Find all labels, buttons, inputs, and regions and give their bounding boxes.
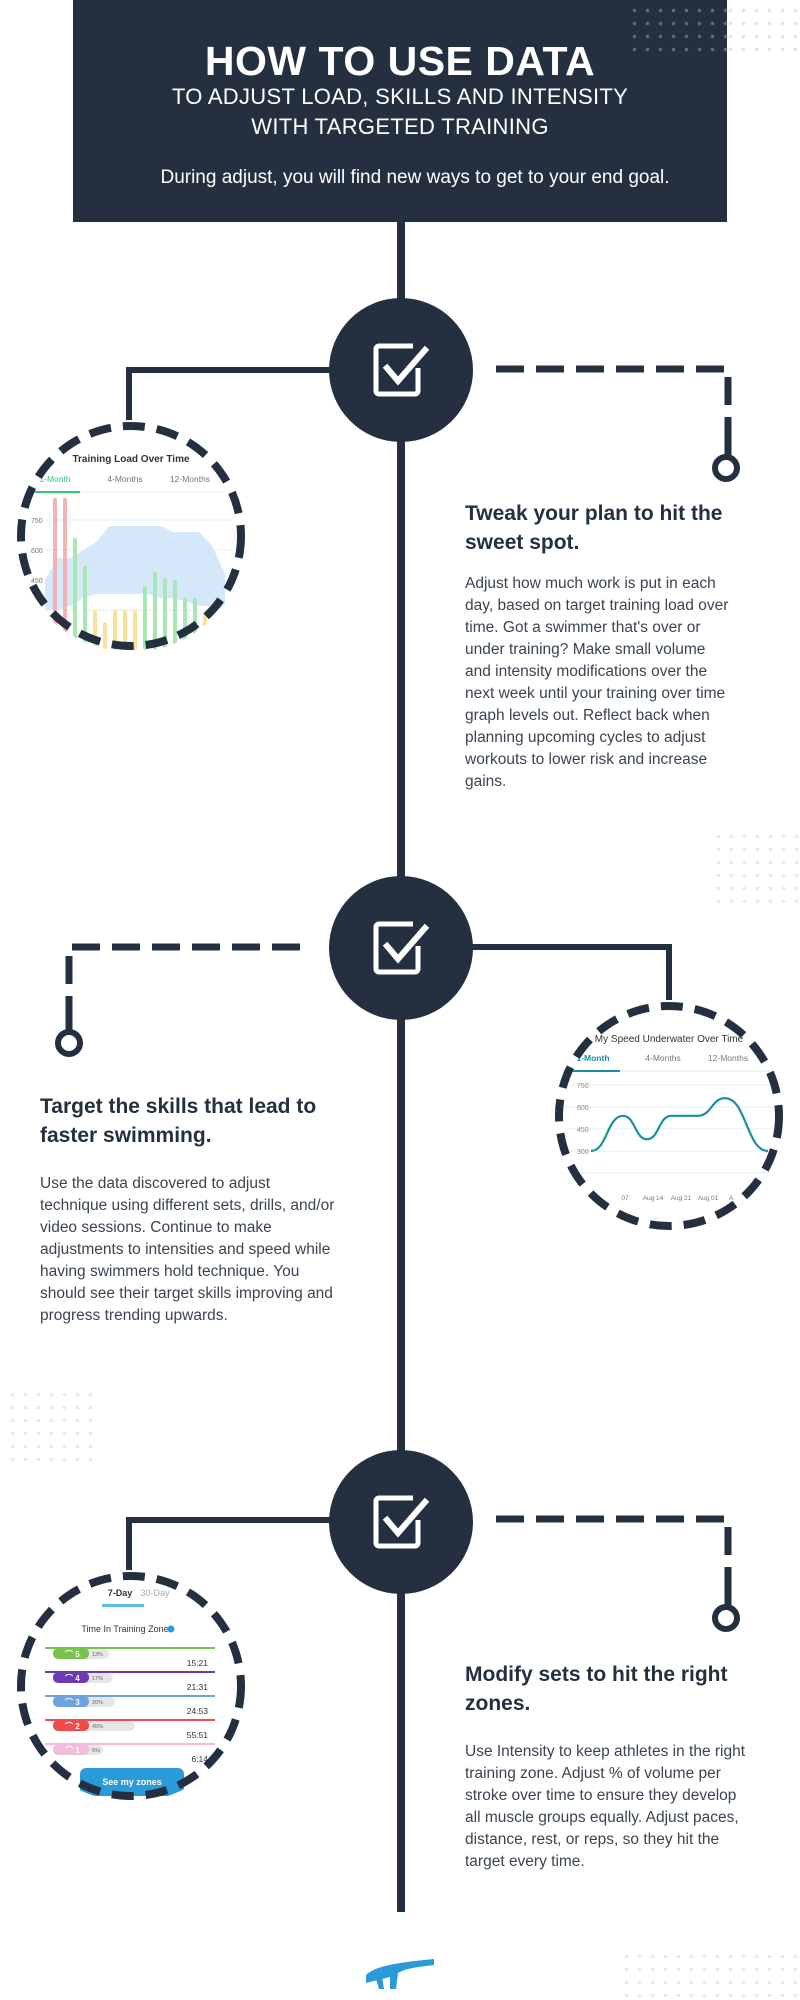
step-node-2	[329, 876, 473, 1020]
section-1-title: Tweak your plan to hit the sweet spot.	[465, 502, 723, 554]
section-1-body: Adjust how much work is put in each day,…	[465, 575, 729, 790]
dot-pattern-left	[6, 1388, 92, 1468]
dot-pattern-right	[712, 830, 800, 910]
section-3-body: Use Intensity to keep athletes in the ri…	[465, 1743, 746, 1870]
connector-line	[126, 1517, 132, 1575]
checkbox-checked-icon	[373, 921, 430, 975]
connector-line	[470, 944, 672, 950]
section-2-title: Target the skills that lead to faster sw…	[40, 1095, 317, 1147]
dashed-circle-frame	[17, 1572, 245, 1800]
section-3-title: Modify sets to hit the right zones.	[465, 1663, 728, 1715]
connector-line	[126, 1517, 331, 1523]
connector-line	[126, 367, 331, 373]
section-2-body: Use the data discovered to adjust techni…	[40, 1175, 335, 1324]
subtitle-line-1: TO ADJUST LOAD, SKILLS AND INTENSITY	[171, 84, 629, 109]
step-node-3	[329, 1450, 473, 1594]
connector-line	[666, 944, 672, 1000]
circle-terminal-icon	[712, 1604, 740, 1632]
checkbox-checked-icon	[373, 343, 430, 397]
step-node-1	[329, 298, 473, 442]
dashed-circle-frame	[17, 422, 245, 650]
page-tagline: During adjust, you will find new ways to…	[160, 167, 670, 188]
dashed-connector	[496, 365, 740, 482]
circle-terminal-icon	[55, 1029, 83, 1057]
header-banner: HOW TO USE DATA TO ADJUST LOAD, SKILLS A…	[73, 0, 728, 222]
circle-terminal-icon	[712, 454, 740, 482]
dashed-circle-frame	[555, 1002, 783, 1230]
timeline-spine	[397, 222, 405, 1912]
brand-logo	[366, 1959, 434, 1989]
dashed-connector	[496, 1515, 740, 1632]
connector-line	[126, 367, 132, 425]
subtitle-line-2: WITH TARGETED TRAINING	[251, 114, 549, 139]
page-subtitle: TO ADJUST LOAD, SKILLS AND INTENSITY WIT…	[73, 82, 727, 142]
dashed-connector	[55, 943, 300, 1057]
dot-pattern-bottom	[620, 1950, 800, 2000]
timeline-spine	[397, 0, 405, 12]
page-title: HOW TO USE DATA	[204, 38, 596, 84]
checkbox-checked-icon	[373, 1495, 430, 1549]
